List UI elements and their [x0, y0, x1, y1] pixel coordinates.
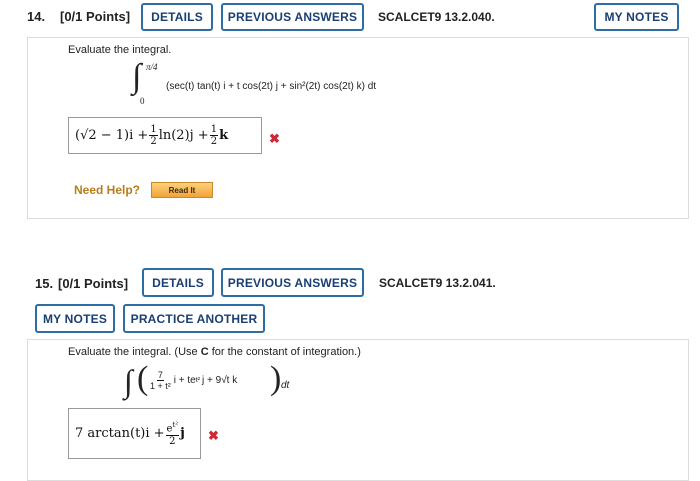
- previous-answers-button[interactable]: PREVIOUS ANSWERS: [221, 268, 364, 297]
- details-button[interactable]: DETAILS: [141, 3, 213, 31]
- lower-limit: 0: [140, 96, 145, 106]
- problem-reference: SCALCET9 13.2.041.: [379, 276, 496, 290]
- read-it-button[interactable]: Read It: [151, 182, 213, 198]
- answer-part-3: k: [219, 128, 229, 143]
- x-mark-icon: ✖: [208, 428, 219, 443]
- previous-answers-button[interactable]: PREVIOUS ANSWERS: [221, 3, 364, 31]
- problem-reference: SCALCET9 13.2.040.: [378, 10, 495, 24]
- integral-sign: ∫: [124, 363, 133, 399]
- answer-part-1: (√2 − 1)i +: [75, 128, 149, 143]
- fraction: 1 2: [209, 124, 219, 147]
- question-number: 15.: [35, 276, 54, 291]
- answer-input[interactable]: (√2 − 1)i + 1 2 ln(2)j + 1 2 k: [68, 117, 262, 154]
- fraction: 1 2: [149, 124, 158, 147]
- fraction: et² 2: [165, 421, 180, 447]
- need-help-label: Need Help?: [74, 183, 141, 197]
- question-prompt: Evaluate the integral.: [68, 44, 172, 56]
- points-label: [0/1 Points]: [58, 276, 129, 291]
- fraction: 7 1 + t²: [150, 370, 171, 391]
- upper-limit: π/4: [146, 62, 158, 72]
- question-prompt: Evaluate the integral. (Use C for the co…: [68, 346, 361, 358]
- differential: dt: [281, 380, 290, 391]
- x-mark-icon: ✖: [269, 131, 280, 146]
- question-number: 14.: [27, 9, 46, 24]
- answer-input[interactable]: 7 arctan(t)i + et² 2 j: [68, 408, 201, 459]
- answer-part-2: j: [180, 426, 185, 441]
- details-button[interactable]: DETAILS: [142, 268, 214, 297]
- practice-another-button[interactable]: PRACTICE ANOTHER: [123, 304, 265, 333]
- my-notes-button[interactable]: MY NOTES: [594, 3, 679, 31]
- integrand: 7 1 + t² i + te t² j + 9√t k: [150, 370, 238, 391]
- answer-part-1: 7 arctan(t)i +: [75, 426, 165, 441]
- left-paren: (: [137, 360, 149, 397]
- points-label: [0/1 Points]: [60, 9, 131, 24]
- right-paren: ): [270, 360, 282, 397]
- answer-part-2: ln(2)j +: [158, 128, 209, 143]
- my-notes-button[interactable]: MY NOTES: [35, 304, 115, 333]
- integral-sign: ∫: [132, 58, 142, 95]
- integrand: (sec(t) tan(t) i + t cos(2t) j + sin²(2t…: [166, 81, 377, 92]
